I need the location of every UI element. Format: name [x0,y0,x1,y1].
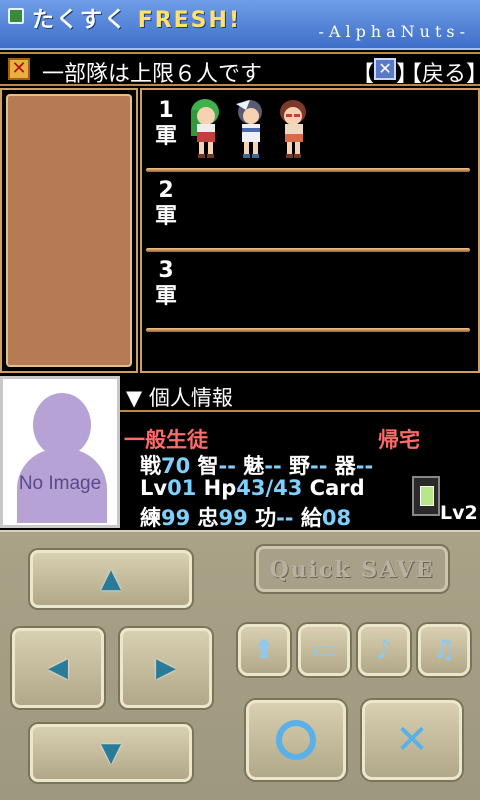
back-button[interactable]: 【戻る】 [400,56,480,88]
message-header: ✕ 一部隊は上限６人です 【✕】 【戻る】 [0,52,480,88]
window-button[interactable]: ▭ [298,624,350,676]
unit-sprite-green-hair[interactable] [186,96,224,160]
stat-value-charm: -- [264,454,282,478]
unit-sprite-white-hair[interactable] [230,96,268,160]
app-brand: -AlphaNuts- [318,22,470,41]
army-number: 1 軍 [152,98,180,150]
row-divider [146,328,470,332]
app-icon [8,8,24,24]
stat-label-ambition: 野 [289,454,311,478]
hp-value: 43/43 [236,476,303,500]
app-title-left: たくすく [32,8,129,33]
army-number: 3 軍 [152,258,180,310]
stat-value-salary: 08 [321,506,352,530]
stat-label-int: 智 [197,454,219,478]
personal-info-panel: ▼ 個人情報 一般生徒 帰宅 戦70 智-- 魅-- 野-- 器-- Lv01 … [120,376,480,530]
army-row-2[interactable]: 2 軍 [142,172,474,252]
cancel-button[interactable]: ✕ [362,700,462,780]
army-number: 2 軍 [152,178,180,230]
info-title: ▼ 個人情報 [126,386,233,410]
music-note-icon: ♪ [375,635,393,665]
stat-label-charm: 魅 [243,454,265,478]
app-title-right: FRESH! [137,8,241,33]
status-label: 帰宅 [378,428,420,452]
level-value: 01 [167,476,197,500]
army-num-label: 軍 [154,284,177,309]
header-message: 一部隊は上限６人です [42,62,263,87]
stat-value-war: 70 [161,454,191,478]
stat-value-merit: -- [276,506,294,530]
level-label: Lv [140,476,168,500]
army-row-1[interactable]: 1 軍 [142,92,474,172]
stat-label-salary: 給 [300,506,322,530]
army-num-digit: 1 [158,98,174,123]
up-arrow-icon: ⬆ [253,635,275,665]
upload-button[interactable]: ⬆ [238,624,290,676]
ok-button[interactable] [246,700,346,780]
unit-sprite-brown-hair[interactable] [274,96,312,160]
army-num-label: 軍 [154,204,177,229]
music-list-icon: ♫ [432,635,456,665]
stat-label-war: 戦 [140,454,161,478]
dpad-down-button[interactable]: ▼ [30,724,192,782]
leaf-icon [420,486,434,506]
stat-value-int: -- [218,454,236,478]
hp-label: Hp [203,476,237,500]
card-level: Lv2 [440,502,478,524]
card-label: Card [309,476,365,500]
circle-icon [276,720,316,760]
clear-bracket-open: 【 [352,62,375,87]
up-arrow-icon: ▲ [101,564,121,594]
dpad-left-button[interactable]: ◀ [12,628,104,708]
title-bar: たくすく FRESH! -AlphaNuts- [0,0,480,50]
quick-save-label: Quick SAVE [269,557,435,583]
army-num-digit: 2 [158,178,174,203]
left-arrow-icon: ◀ [48,653,68,683]
info-header: ▼ 個人情報 [120,376,480,412]
down-arrow-icon: ▼ [101,738,121,768]
army-panel: 1 軍 2 軍 3 軍 [140,88,480,373]
music-button[interactable]: ♪ [358,624,410,676]
stat-label-capacity: 器 [334,454,356,478]
window-icon: ▭ [311,635,337,665]
stat-value-loyalty: 99 [218,506,248,530]
cross-icon: ✕ [395,717,429,763]
close-icon[interactable]: ✕ [8,58,30,80]
stat-value-training: 99 [161,506,191,530]
control-panel: ▲ ◀ ▶ ▼ Quick SAVE ⬆ ▭ ♪ ♫ ✕ [0,530,480,800]
portrait-frame [6,94,132,367]
stat-value-capacity: -- [355,454,374,478]
app-title: たくすく FRESH! [32,2,241,34]
music-list-button[interactable]: ♫ [418,624,470,676]
quick-save-button[interactable]: Quick SAVE [256,546,448,592]
character-photo: No Image [0,376,120,528]
portrait-panel [0,88,138,373]
right-arrow-icon: ▶ [156,653,176,683]
stat-value-ambition: -- [310,454,328,478]
card-leaf-icon[interactable] [412,476,440,516]
stat-row-3: 練99 忠99 功-- 給08 [140,502,351,532]
silhouette-head [33,393,91,457]
army-num-label: 軍 [154,124,177,149]
stat-label-loyalty: 忠 [197,506,219,530]
stat-label-training: 練 [140,506,161,530]
stat-label-merit: 功 [255,506,277,530]
dpad-right-button[interactable]: ▶ [120,628,212,708]
army-num-digit: 3 [158,258,174,283]
clear-x-icon: ✕ [374,58,397,80]
no-image-label: No Image [18,473,102,494]
stat-row-2: Lv01 Hp43/43 Card [140,476,365,500]
army-row-3[interactable]: 3 軍 [142,252,474,332]
dpad-up-button[interactable]: ▲ [30,550,192,608]
